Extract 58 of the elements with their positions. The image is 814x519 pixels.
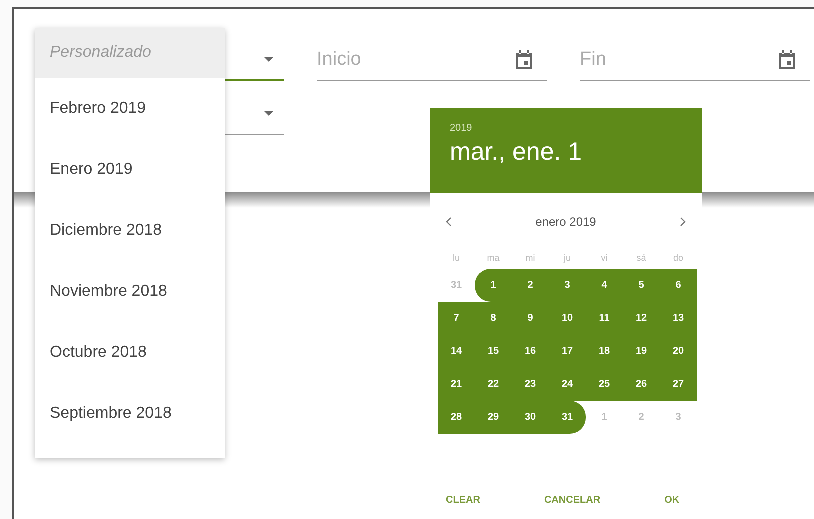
dialog-action-button[interactable]: CLEAR [436,489,490,512]
day-cell[interactable]: 19 [623,335,660,368]
day-cell[interactable]: 31 [549,401,586,434]
menu-item[interactable]: Septiembre 2018 [35,383,225,444]
day-cell[interactable]: 14 [438,335,475,368]
year-label[interactable]: 2019 [450,123,702,134]
day-cell[interactable]: 10 [549,302,586,335]
day-cell[interactable]: 21 [438,368,475,401]
day-cell[interactable]: 13 [660,302,697,335]
dialog-action-button[interactable]: CANCELAR [534,489,611,512]
menu-item[interactable]: Noviembre 2018 [35,261,225,322]
day-cell[interactable]: 20 [660,335,697,368]
day-cell[interactable]: 25 [586,368,623,401]
day-cell[interactable]: 9 [512,302,549,335]
day-cell[interactable]: 8 [475,302,512,335]
menu-item[interactable]: Octubre 2018 [35,322,225,383]
day-cell[interactable]: 29 [475,401,512,434]
day-cell[interactable]: 12 [623,302,660,335]
day-cell[interactable]: 17 [549,335,586,368]
day-cell[interactable]: 16 [512,335,549,368]
day-cell[interactable]: 6 [660,269,697,302]
menu-item[interactable]: Febrero 2019 [35,78,225,139]
day-cell[interactable]: 2 [512,269,549,302]
weekday-label: sá [636,252,648,265]
day-cell[interactable]: 4 [586,269,623,302]
next-month-icon[interactable] [680,217,686,227]
month-label: enero 2019 [536,215,596,229]
day-cell[interactable]: 24 [549,368,586,401]
dialog-action-button[interactable]: OK [654,489,690,512]
day-cell[interactable]: 28 [438,401,475,434]
weekday-label: lu [452,252,461,265]
calendar-icon[interactable] [778,50,796,70]
day-cell[interactable]: 27 [660,368,697,401]
weekday-label: vi [600,252,609,265]
weekday-label: ju [562,252,572,265]
calendar-icon[interactable] [515,50,533,70]
day-cell[interactable]: 15 [475,335,512,368]
day-cell[interactable]: 7 [438,302,475,335]
day-cell[interactable]: 3 [549,269,586,302]
menu-item[interactable]: Enero 2019 [35,139,225,200]
dropdown-caret-icon [264,111,274,116]
previous-month-icon[interactable] [446,217,452,227]
dropdown-caret-icon [264,56,274,62]
day-cell[interactable]: 18 [586,335,623,368]
menu-item[interactable]: Diciembre 2018 [35,200,225,261]
day-cell[interactable]: 1 [475,269,512,302]
day-cell[interactable]: 26 [623,368,660,401]
selected-date: mar., ene. 1 [450,138,584,167]
day-cell[interactable]: 23 [512,368,549,401]
weekday-label: ma [486,252,501,265]
end-date-field[interactable]: Fin [580,39,810,81]
day-cell[interactable]: 11 [586,302,623,335]
start-date-field[interactable]: Inicio [317,39,547,81]
day-cell[interactable]: 30 [512,401,549,434]
day-cell[interactable]: 5 [623,269,660,302]
weekday-label: do [672,252,684,265]
day-cell[interactable]: 22 [475,368,512,401]
weekday-label: mi [524,252,536,265]
